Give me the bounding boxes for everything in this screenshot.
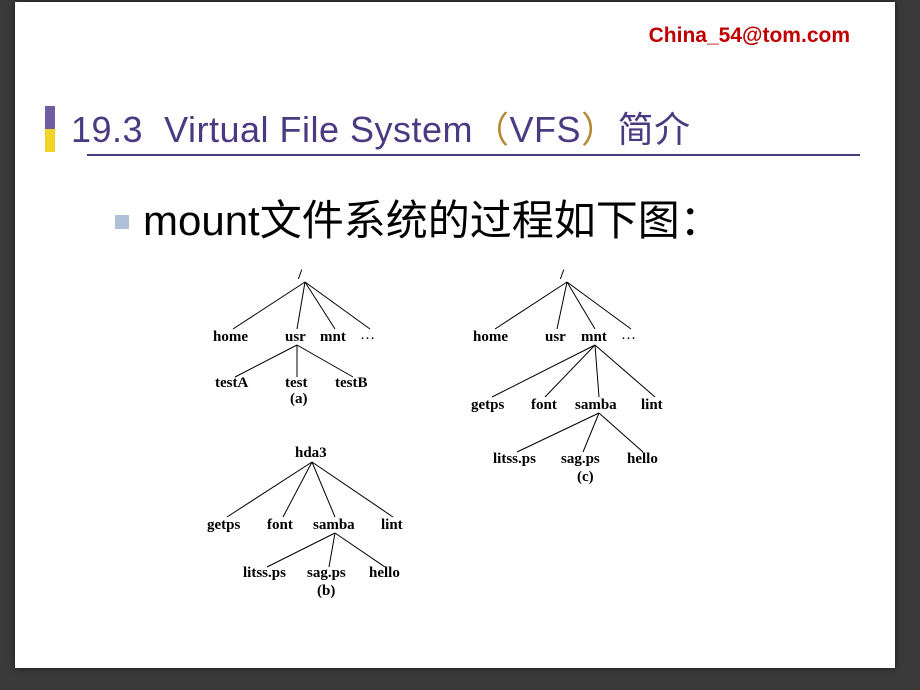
tree-node: hello (627, 451, 658, 468)
tree-node: samba (313, 517, 355, 534)
bullet-icon (115, 215, 129, 229)
tree-node: litss.ps (493, 451, 536, 468)
title-bar: 19.3 Virtual File System（VFS）简介 (45, 100, 860, 154)
tree-node: home (473, 329, 508, 346)
tree-c-root: / (560, 267, 564, 284)
tree-node: sag.ps (307, 565, 346, 582)
tree-node: testB (335, 375, 368, 392)
title-number: 19.3 (71, 109, 143, 150)
title-abbr: VFS (510, 109, 582, 150)
tree-node: test (285, 375, 308, 392)
tree-node: lint (381, 517, 403, 534)
tree-node: home (213, 329, 248, 346)
tree-a-root: / (298, 267, 302, 284)
tree-node: font (531, 397, 557, 414)
title-suffix: 简介 (618, 109, 691, 150)
watermark: China_54@tom.com (649, 24, 850, 48)
tree-node: mnt (581, 329, 607, 346)
slide-title: 19.3 Virtual File System（VFS）简介 (71, 101, 691, 153)
tree-node: mnt (320, 329, 346, 346)
slide: China_54@tom.com 19.3 Virtual File Syste… (15, 2, 895, 668)
tree-a-label: (a) (290, 391, 308, 408)
tree-node: sag.ps (561, 451, 600, 468)
tree-node: hello (369, 565, 400, 582)
title-accent (45, 106, 55, 152)
tree-node: samba (575, 397, 617, 414)
title-main: Virtual File System (164, 109, 473, 150)
paren-open: （ (473, 109, 510, 150)
tree-node: … (621, 327, 636, 344)
paren-close: ） (581, 109, 618, 150)
tree-node: testA (215, 375, 248, 392)
tree-node: getps (207, 517, 240, 534)
tree-node: lint (641, 397, 663, 414)
tree-node: getps (471, 397, 504, 414)
tree-c-label: (c) (577, 469, 594, 486)
tree-node: … (360, 327, 375, 344)
title-underline (87, 154, 860, 156)
tree-node: usr (545, 329, 566, 346)
tree-node: litss.ps (243, 565, 286, 582)
tree-b-root: hda3 (295, 445, 327, 462)
diagram: / home usr mnt … testA test testB (a) hd… (205, 267, 725, 647)
tree-node: font (267, 517, 293, 534)
bullet-text: mount文件系统的过程如下图： (143, 187, 722, 248)
slide-body: mount文件系统的过程如下图： (115, 187, 850, 248)
tree-b-label: (b) (317, 583, 335, 600)
bullet-row: mount文件系统的过程如下图： (115, 187, 850, 248)
tree-node: usr (285, 329, 306, 346)
